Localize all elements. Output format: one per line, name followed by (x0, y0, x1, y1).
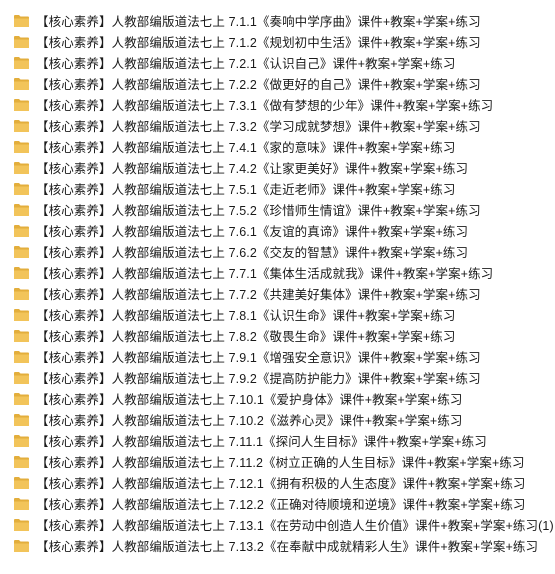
folder-name: 【核心素养】人教部编版道法七上 7.3.2《学习成就梦想》课件+教案+学案+练习 (36, 120, 481, 134)
folder-item[interactable]: 【核心素养】人教部编版道法七上 7.10.2《滋养心灵》课件+教案+学案+练习 (0, 409, 555, 430)
folder-item[interactable]: 【核心素养】人教部编版道法七上 7.11.2《树立正确的人生目标》课件+教案+学… (0, 451, 555, 472)
folder-name: 【核心素养】人教部编版道法七上 7.7.2《共建美好集体》课件+教案+学案+练习 (36, 288, 481, 302)
folder-item[interactable]: 【核心素养】人教部编版道法七上 7.9.1《增强安全意识》课件+教案+学案+练习 (0, 346, 555, 367)
folder-item[interactable]: 【核心素养】人教部编版道法七上 7.13.2《在奉献中成就精彩人生》课件+教案+… (0, 535, 555, 556)
folder-name: 【核心素养】人教部编版道法七上 7.10.1《爱护身体》课件+教案+学案+练习 (36, 393, 463, 407)
folder-icon (13, 476, 30, 490)
folder-item[interactable]: 【核心素养】人教部编版道法七上 7.7.2《共建美好集体》课件+教案+学案+练习 (0, 283, 555, 304)
folder-item[interactable]: 【核心素养】人教部编版道法七上 7.3.1《做有梦想的少年》课件+教案+学案+练… (0, 94, 555, 115)
folder-item[interactable]: 【核心素养】人教部编版道法七上 7.5.2《珍惜师生情谊》课件+教案+学案+练习 (0, 199, 555, 220)
folder-icon (13, 203, 30, 217)
folder-item[interactable]: 【核心素养】人教部编版道法七上 7.3.2《学习成就梦想》课件+教案+学案+练习 (0, 115, 555, 136)
folder-icon (13, 77, 30, 91)
folder-name: 【核心素养】人教部编版道法七上 7.13.1《在劳动中创造人生价值》课件+教案+… (36, 519, 554, 533)
folder-item[interactable]: 【核心素养】人教部编版道法七上 7.13.1《在劳动中创造人生价值》课件+教案+… (0, 514, 555, 535)
folder-name: 【核心素养】人教部编版道法七上 7.9.1《增强安全意识》课件+教案+学案+练习 (36, 351, 481, 365)
folder-name: 【核心素养】人教部编版道法七上 7.12.2《正确对待顺境和逆境》课件+教案+学… (36, 498, 526, 512)
folder-icon (13, 245, 30, 259)
folder-name: 【核心素养】人教部编版道法七上 7.2.2《做更好的自己》课件+教案+学案+练习 (36, 78, 481, 92)
folder-icon (13, 434, 30, 448)
folder-icon (13, 308, 30, 322)
folder-item[interactable]: 【核心素养】人教部编版道法七上 7.10.1《爱护身体》课件+教案+学案+练习 (0, 388, 555, 409)
folder-name: 【核心素养】人教部编版道法七上 7.5.2《珍惜师生情谊》课件+教案+学案+练习 (36, 204, 481, 218)
folder-icon (13, 14, 30, 28)
folder-name: 【核心素养】人教部编版道法七上 7.9.2《提高防护能力》课件+教案+学案+练习 (36, 372, 481, 386)
folder-name: 【核心素养】人教部编版道法七上 7.13.2《在奉献中成就精彩人生》课件+教案+… (36, 540, 539, 554)
folder-icon (13, 35, 30, 49)
folder-name: 【核心素养】人教部编版道法七上 7.12.1《拥有积极的人生态度》课件+教案+学… (36, 477, 526, 491)
folder-icon (13, 518, 30, 532)
folder-icon (13, 287, 30, 301)
folder-name: 【核心素养】人教部编版道法七上 7.1.1《奏响中学序曲》课件+教案+学案+练习 (36, 15, 481, 29)
folder-item[interactable]: 【核心素养】人教部编版道法七上 7.8.2《敬畏生命》课件+教案+学案+练习 (0, 325, 555, 346)
folder-item[interactable]: 【核心素养】人教部编版道法七上 7.9.2《提高防护能力》课件+教案+学案+练习 (0, 367, 555, 388)
folder-icon (13, 119, 30, 133)
folder-name: 【核心素养】人教部编版道法七上 7.7.1《集体生活成就我》课件+教案+学案+练… (36, 267, 494, 281)
folder-name: 【核心素养】人教部编版道法七上 7.6.1《友谊的真谛》课件+教案+学案+练习 (36, 225, 469, 239)
folder-icon (13, 329, 30, 343)
folder-icon (13, 266, 30, 280)
folder-name: 【核心素养】人教部编版道法七上 7.6.2《交友的智慧》课件+教案+学案+练习 (36, 246, 469, 260)
folder-name: 【核心素养】人教部编版道法七上 7.4.2《让家更美好》课件+教案+学案+练习 (36, 162, 469, 176)
folder-icon (13, 392, 30, 406)
folder-item[interactable]: 【核心素养】人教部编版道法七上 7.2.2《做更好的自己》课件+教案+学案+练习 (0, 73, 555, 94)
folder-name: 【核心素养】人教部编版道法七上 7.10.2《滋养心灵》课件+教案+学案+练习 (36, 414, 463, 428)
folder-name: 【核心素养】人教部编版道法七上 7.8.1《认识生命》课件+教案+学案+练习 (36, 309, 456, 323)
folder-item[interactable]: 【核心素养】人教部编版道法七上 7.2.1《认识自己》课件+教案+学案+练习 (0, 52, 555, 73)
folder-icon (13, 182, 30, 196)
folder-item[interactable]: 【核心素养】人教部编版道法七上 7.8.1《认识生命》课件+教案+学案+练习 (0, 304, 555, 325)
folder-icon (13, 161, 30, 175)
folder-item[interactable]: 【核心素养】人教部编版道法七上 7.6.1《友谊的真谛》课件+教案+学案+练习 (0, 220, 555, 241)
folder-name: 【核心素养】人教部编版道法七上 7.4.1《家的意味》课件+教案+学案+练习 (36, 141, 456, 155)
folder-item[interactable]: 【核心素养】人教部编版道法七上 7.12.1《拥有积极的人生态度》课件+教案+学… (0, 472, 555, 493)
folder-list: 【核心素养】人教部编版道法七上 7.1.1《奏响中学序曲》课件+教案+学案+练习… (0, 10, 555, 556)
folder-item[interactable]: 【核心素养】人教部编版道法七上 7.6.2《交友的智慧》课件+教案+学案+练习 (0, 241, 555, 262)
folder-item[interactable]: 【核心素养】人教部编版道法七上 7.1.2《规划初中生活》课件+教案+学案+练习 (0, 31, 555, 52)
folder-item[interactable]: 【核心素养】人教部编版道法七上 7.12.2《正确对待顺境和逆境》课件+教案+学… (0, 493, 555, 514)
folder-item[interactable]: 【核心素养】人教部编版道法七上 7.5.1《走近老师》课件+教案+学案+练习 (0, 178, 555, 199)
folder-name: 【核心素养】人教部编版道法七上 7.5.1《走近老师》课件+教案+学案+练习 (36, 183, 456, 197)
folder-icon (13, 98, 30, 112)
folder-item[interactable]: 【核心素养】人教部编版道法七上 7.11.1《探问人生目标》课件+教案+学案+练… (0, 430, 555, 451)
folder-item[interactable]: 【核心素养】人教部编版道法七上 7.7.1《集体生活成就我》课件+教案+学案+练… (0, 262, 555, 283)
folder-name: 【核心素养】人教部编版道法七上 7.8.2《敬畏生命》课件+教案+学案+练习 (36, 330, 456, 344)
folder-icon (13, 413, 30, 427)
folder-name: 【核心素养】人教部编版道法七上 7.11.1《探问人生目标》课件+教案+学案+练… (36, 435, 487, 449)
folder-icon (13, 455, 30, 469)
folder-icon (13, 224, 30, 238)
folder-icon (13, 350, 30, 364)
folder-item[interactable]: 【核心素养】人教部编版道法七上 7.4.1《家的意味》课件+教案+学案+练习 (0, 136, 555, 157)
folder-name: 【核心素养】人教部编版道法七上 7.2.1《认识自己》课件+教案+学案+练习 (36, 57, 456, 71)
folder-item[interactable]: 【核心素养】人教部编版道法七上 7.1.1《奏响中学序曲》课件+教案+学案+练习 (0, 10, 555, 31)
folder-icon (13, 371, 30, 385)
folder-icon (13, 56, 30, 70)
folder-name: 【核心素养】人教部编版道法七上 7.3.1《做有梦想的少年》课件+教案+学案+练… (36, 99, 494, 113)
folder-item[interactable]: 【核心素养】人教部编版道法七上 7.4.2《让家更美好》课件+教案+学案+练习 (0, 157, 555, 178)
folder-name: 【核心素养】人教部编版道法七上 7.11.2《树立正确的人生目标》课件+教案+学… (36, 456, 525, 470)
folder-icon (13, 140, 30, 154)
folder-icon (13, 539, 30, 553)
folder-icon (13, 497, 30, 511)
folder-name: 【核心素养】人教部编版道法七上 7.1.2《规划初中生活》课件+教案+学案+练习 (36, 36, 481, 50)
